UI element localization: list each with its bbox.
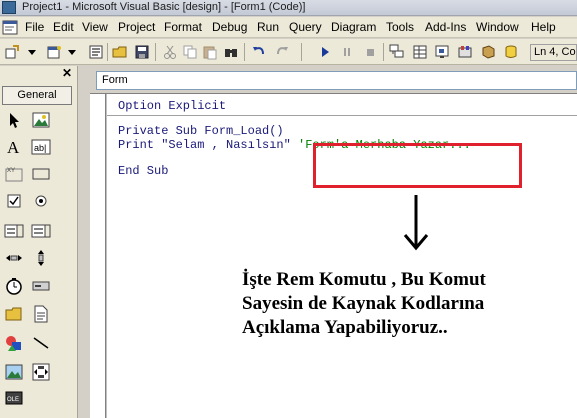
dropdown-arrow-icon[interactable] — [63, 43, 81, 61]
line-tool-icon[interactable] — [30, 332, 52, 354]
filelistbox-tool-icon[interactable] — [30, 303, 52, 325]
redo-icon[interactable] — [273, 43, 291, 61]
listbox-tool-icon[interactable] — [30, 220, 52, 242]
optionbutton-tool-icon[interactable] — [30, 190, 52, 212]
hscrollbar-tool-icon[interactable] — [3, 247, 25, 269]
svg-text:ab|: ab| — [34, 143, 46, 153]
svg-text:XY: XY — [7, 168, 15, 174]
data-tool-icon[interactable] — [30, 361, 52, 383]
menu-diagram[interactable]: Diagram — [331, 20, 376, 34]
code-window: Form Option Explicit Private Sub Form_Lo… — [90, 66, 577, 418]
open-folder-icon[interactable] — [111, 43, 129, 61]
menu-tools[interactable]: Tools — [386, 20, 414, 34]
properties-window-icon[interactable] — [411, 43, 429, 61]
annotation-line-1: İşte Rem Komutu , Bu Komut — [242, 269, 486, 290]
print-statement: Print "Selam , Nasılsın" — [118, 138, 299, 152]
menu-help[interactable]: Help — [531, 20, 556, 34]
drivelistbox-tool-icon[interactable] — [30, 275, 52, 297]
dropdown-arrow-icon[interactable] — [23, 43, 41, 61]
procedure-divider — [107, 115, 577, 116]
menu-project[interactable]: Project — [118, 20, 155, 34]
find-icon[interactable] — [222, 43, 240, 61]
code-line-option-explicit[interactable]: Option Explicit — [118, 99, 226, 113]
ole-tool-icon[interactable]: OLE — [3, 387, 25, 409]
stop-icon[interactable] — [361, 43, 379, 61]
code-line-end-sub[interactable]: End Sub — [118, 164, 168, 178]
label-tool-icon[interactable]: A — [3, 136, 25, 158]
menu-view[interactable]: View — [82, 20, 108, 34]
svg-text:A: A — [7, 138, 20, 157]
menu-query[interactable]: Query — [289, 20, 322, 34]
annotation-line-3: Açıklama Yapabiliyoruz.. — [242, 317, 448, 338]
commandbutton-tool-icon[interactable] — [30, 163, 52, 185]
vb-app-icon — [2, 1, 16, 14]
save-icon[interactable] — [133, 43, 151, 61]
paste-icon[interactable] — [201, 43, 219, 61]
start-icon[interactable] — [316, 43, 334, 61]
standard-toolbar: Ln 4, Co — [0, 39, 577, 65]
project-explorer-icon[interactable] — [388, 43, 406, 61]
code-window-icon[interactable] — [2, 20, 18, 35]
window-title: Project1 - Microsoft Visual Basic [desig… — [22, 1, 306, 13]
object-combo[interactable]: Form — [96, 71, 577, 90]
title-bar: Project1 - Microsoft Visual Basic [desig… — [0, 0, 577, 16]
textbox-tool-icon[interactable]: ab| — [30, 136, 52, 158]
toolbox-toggle-icon[interactable] — [479, 43, 497, 61]
menu-debug[interactable]: Debug — [212, 20, 247, 34]
highlight-box — [313, 143, 522, 188]
frame-tool-icon[interactable]: XY — [3, 163, 25, 185]
toolbox-tab-general[interactable]: General — [2, 86, 72, 105]
code-margin[interactable] — [90, 94, 106, 418]
cursor-position-box: Ln 4, Co — [530, 44, 577, 61]
menu-format[interactable]: Format — [164, 20, 202, 34]
menu-add-ins[interactable]: Add-Ins — [425, 20, 466, 34]
code-margin-divider — [106, 94, 107, 418]
picturebox-tool-icon[interactable] — [30, 109, 52, 131]
checkbox-tool-icon[interactable] — [3, 190, 25, 212]
undo-icon[interactable] — [250, 43, 268, 61]
cut-icon[interactable] — [161, 43, 179, 61]
menu-edit[interactable]: Edit — [53, 20, 74, 34]
menu-file[interactable]: File — [25, 20, 44, 34]
image-tool-icon[interactable] — [3, 361, 25, 383]
data-view-icon[interactable] — [502, 43, 520, 61]
copy-icon[interactable] — [181, 43, 199, 61]
vscrollbar-tool-icon[interactable] — [30, 247, 52, 269]
close-icon[interactable]: ✕ — [60, 67, 74, 80]
menu-editor-icon[interactable] — [87, 43, 105, 61]
form-layout-icon[interactable] — [433, 43, 451, 61]
pointer-tool-icon[interactable] — [3, 109, 25, 131]
down-arrow-icon — [403, 195, 429, 251]
object-browser-icon[interactable] — [456, 43, 474, 61]
toolbox-panel: ✕ General A ab| XY OLE — [0, 66, 78, 418]
annotation-line-2: Sayesin de Kaynak Kodlarına — [242, 293, 485, 314]
code-editor[interactable]: Option Explicit Private Sub Form_Load() … — [90, 93, 577, 418]
svg-text:OLE: OLE — [7, 397, 19, 403]
combobox-tool-icon[interactable] — [3, 220, 25, 242]
add-project-icon[interactable] — [3, 43, 21, 61]
menu-run[interactable]: Run — [257, 20, 279, 34]
dirlistbox-tool-icon[interactable] — [3, 303, 25, 325]
code-line-sub[interactable]: Private Sub Form_Load() — [118, 124, 284, 138]
shape-tool-icon[interactable] — [3, 332, 25, 354]
menu-window[interactable]: Window — [476, 20, 519, 34]
timer-tool-icon[interactable] — [3, 275, 25, 297]
break-icon[interactable] — [338, 43, 356, 61]
annotation-text: İşte Rem Komutu , Bu Komut Sayesin de Ka… — [242, 268, 562, 340]
menu-bar: File Edit View Project Format Debug Run … — [0, 17, 577, 38]
add-form-icon[interactable] — [45, 43, 63, 61]
